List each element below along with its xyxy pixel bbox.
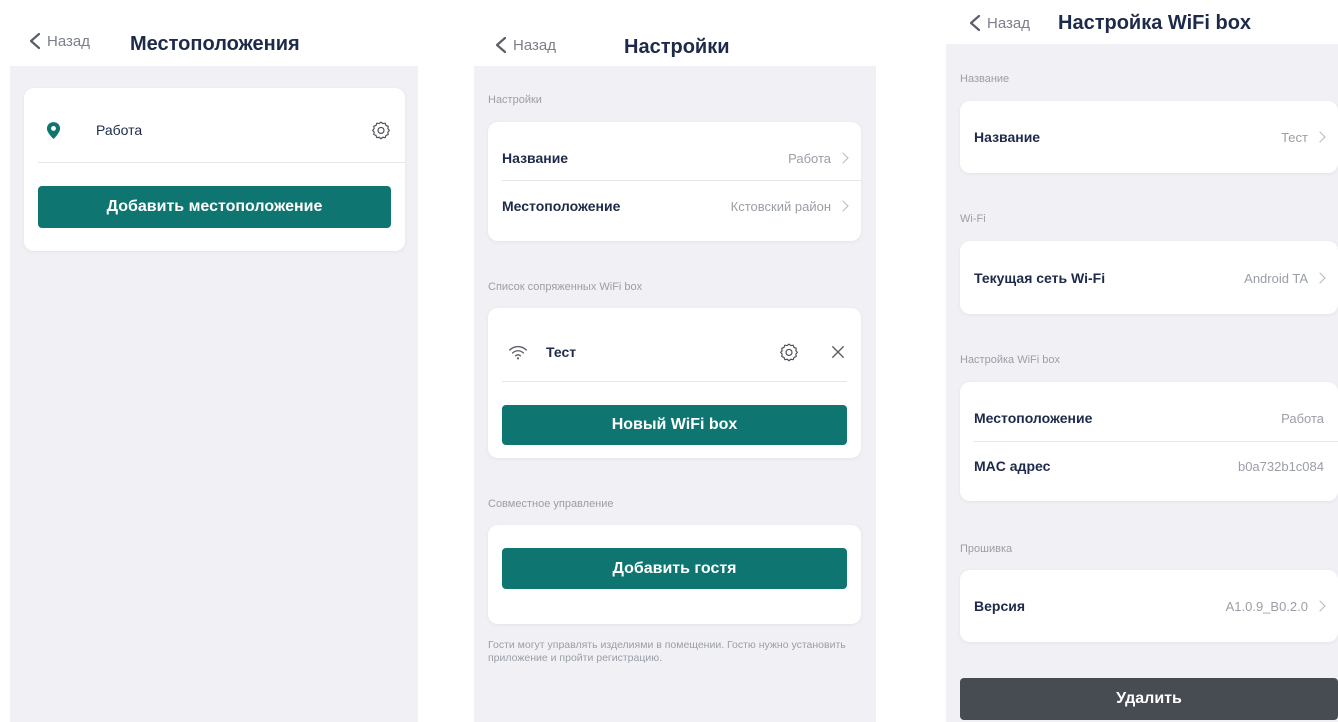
back-label: Назад [47, 32, 90, 50]
location-row: Местоположение Работа [960, 396, 1338, 440]
mac-value: b0a732b1c084 [1237, 458, 1324, 474]
box-settings-card: Местоположение Работа MAC адрес b0a732b1… [960, 382, 1338, 501]
current-network-label: Текущая сеть Wi-Fi [974, 270, 1106, 286]
back-label: Назад [513, 36, 556, 54]
page-title: Настройки [624, 36, 730, 58]
location-card: Работа Добавить местоположение [24, 88, 405, 251]
settings-screen: Назад Настройки Настройки Название Работ… [474, 0, 876, 722]
chevron-right-icon [837, 152, 849, 164]
section-label: Название [960, 73, 1010, 85]
back-button[interactable]: Назад [494, 36, 556, 54]
divider [502, 381, 847, 382]
section-label: Настройки [488, 94, 542, 106]
location-value: Работа [1281, 410, 1324, 426]
name-label: Название [502, 150, 569, 166]
location-pin-icon [46, 121, 61, 139]
location-value: Кстовский район [731, 199, 849, 214]
name-label: Название [974, 129, 1041, 145]
shared-control-card: Добавить гостя [488, 525, 861, 624]
mac-label: MAC адрес [974, 458, 1051, 474]
wifi-box-card: Тест Новый WiFi box [488, 308, 861, 458]
guest-note: Гости могут управлять изделиями в помеще… [488, 639, 846, 664]
name-card: Название Тест [960, 101, 1338, 173]
wifi-box-name: Тест [546, 344, 577, 360]
divider [502, 180, 861, 181]
name-value: Тест [1281, 130, 1326, 145]
add-location-button[interactable]: Добавить местоположение [38, 186, 391, 228]
back-button[interactable]: Назад [28, 32, 90, 50]
section-label: Список сопряженных WiFi box [488, 281, 643, 293]
version-label: Версия [974, 598, 1026, 614]
divider [38, 162, 405, 163]
firmware-card: Версия A1.0.9_B0.2.0 [960, 570, 1338, 642]
settings-card: Название Работа Местоположение Кстовский… [488, 122, 861, 241]
section-label: Совместное управление [488, 498, 614, 510]
section-label: Wi-Fi [960, 213, 986, 225]
name-row[interactable]: Название Работа [488, 136, 861, 180]
back-button[interactable]: Назад [968, 14, 1030, 32]
chevron-left-icon [969, 14, 981, 32]
section-label: Настройка WiFi box [960, 354, 1060, 366]
current-network-value: Android TA [1244, 271, 1326, 286]
delete-button[interactable]: Удалить [960, 678, 1338, 720]
location-row[interactable]: Местоположение Кстовский район [488, 184, 861, 228]
location-name: Работа [96, 122, 143, 138]
gear-icon[interactable] [779, 342, 799, 362]
name-value: Работа [788, 151, 849, 166]
back-label: Назад [987, 14, 1030, 32]
gear-icon[interactable] [371, 120, 391, 140]
close-icon[interactable] [831, 345, 845, 359]
section-label: Прошивка [960, 543, 1013, 555]
wifi-box-settings-screen: Назад Настройка WiFi box Название Назван… [946, 0, 1338, 722]
location-label: Местоположение [974, 410, 1093, 426]
new-wifi-box-button[interactable]: Новый WiFi box [502, 405, 847, 445]
top-bar: Назад Настройки [474, 0, 876, 66]
top-bar: Назад Местоположения [10, 0, 418, 66]
chevron-right-icon [1314, 272, 1326, 284]
name-row[interactable]: Название Тест [960, 115, 1338, 159]
location-label: Местоположение [502, 198, 621, 214]
chevron-right-icon [837, 200, 849, 212]
current-network-row[interactable]: Текущая сеть Wi-Fi Android TA [960, 256, 1338, 300]
location-item[interactable]: Работа [24, 110, 405, 150]
wifi-box-item[interactable]: Тест [488, 330, 861, 374]
wifi-icon [509, 345, 527, 359]
chevron-left-icon [29, 32, 41, 50]
divider [974, 441, 1338, 442]
page-title: Настройка WiFi box [1058, 12, 1252, 34]
top-bar: Назад Настройка WiFi box [946, 0, 1338, 44]
wifi-card: Текущая сеть Wi-Fi Android TA [960, 241, 1338, 314]
version-value: A1.0.9_B0.2.0 [1226, 599, 1326, 614]
mac-row: MAC адрес b0a732b1c084 [960, 444, 1338, 488]
chevron-left-icon [495, 36, 507, 54]
page-title: Местоположения [130, 33, 300, 55]
chevron-right-icon [1314, 131, 1326, 143]
locations-screen: Назад Местоположения Работа Добавить мес… [10, 0, 418, 722]
chevron-right-icon [1314, 600, 1326, 612]
version-row[interactable]: Версия A1.0.9_B0.2.0 [960, 584, 1338, 628]
add-guest-button[interactable]: Добавить гостя [502, 548, 847, 589]
